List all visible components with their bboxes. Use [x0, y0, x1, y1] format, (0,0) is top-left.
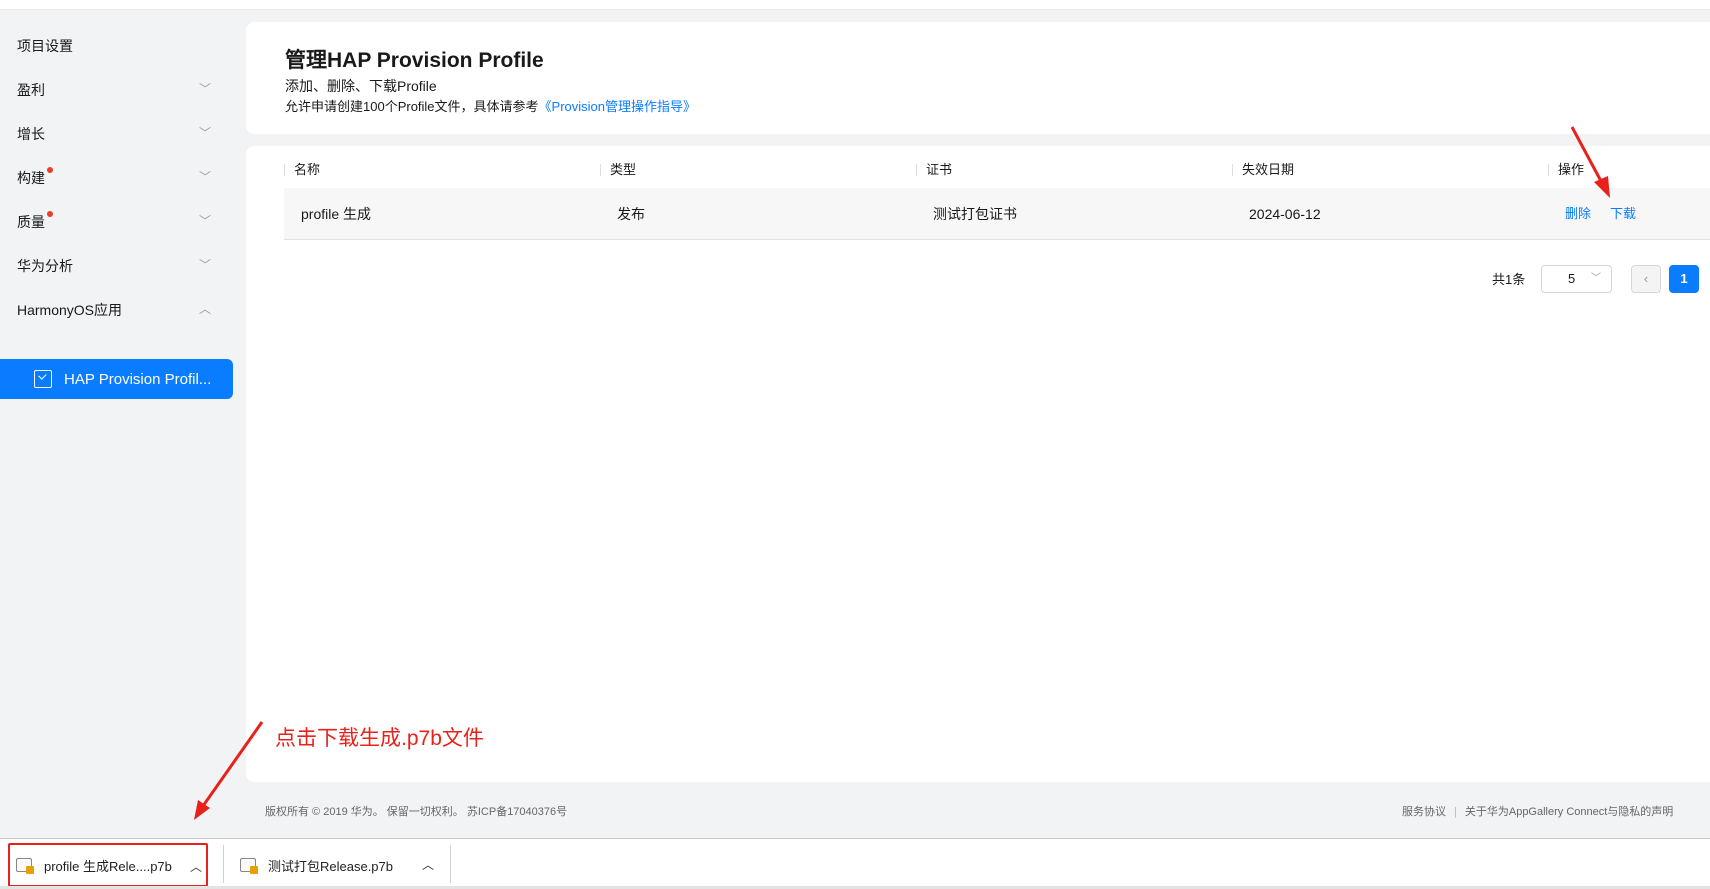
sidebar-item-build[interactable]: 构建 ﹀	[0, 158, 240, 198]
column-header-certificate: 证书	[916, 154, 952, 186]
annotation-text: 点击下载生成.p7b文件	[275, 727, 484, 750]
cell-type: 发布	[617, 206, 645, 222]
profile-table-card: 名称 类型 证书 失效日期 操作 profile 生成 发布 测试打包证书 20…	[246, 146, 1710, 782]
sidebar-item-label: 华为分析	[17, 258, 73, 274]
chevron-down-icon: ﹀	[198, 214, 211, 228]
chevron-up-icon[interactable]: ︿	[190, 858, 202, 875]
notification-dot	[47, 167, 53, 173]
privacy-statement-link[interactable]: 关于华为AppGallery Connect与隐私的声明	[1465, 806, 1673, 818]
cell-certificate: 测试打包证书	[933, 206, 1017, 222]
footer-links: 服务协议 | 关于华为AppGallery Connect与隐私的声明	[1402, 803, 1673, 819]
footer-copyright: 版权所有 © 2019 华为。 保留一切权利。 苏ICP备17040376号	[265, 806, 568, 818]
sidebar-item-label: 增长	[17, 126, 45, 142]
chevron-up-icon: ︿	[198, 302, 211, 316]
sidebar-item-label: 构建	[17, 167, 53, 188]
page-size-value: 5	[1568, 271, 1576, 286]
chevron-down-icon: ﹀	[198, 126, 211, 140]
column-header-expiry: 失效日期	[1232, 154, 1294, 186]
download-item-test-package[interactable]: 测试打包Release.p7b ︿	[238, 843, 438, 887]
document-icon	[34, 370, 52, 388]
chevron-down-icon: ﹀	[198, 170, 211, 184]
page-title: 管理HAP Provision Profile	[285, 49, 544, 72]
column-header-name: 名称	[284, 154, 320, 186]
download-divider	[450, 845, 451, 883]
chevron-down-icon: ﹀	[198, 258, 211, 272]
page-header-card: 管理HAP Provision Profile 添加、删除、下载Profile …	[246, 22, 1710, 134]
download-item-profile[interactable]: profile 生成Rele....p7b ︿	[8, 843, 208, 887]
sidebar-item-project-settings[interactable]: 项目设置	[0, 26, 240, 66]
page-note-text: 允许申请创建100个Profile文件，具体请参考	[285, 99, 539, 114]
page-size-select[interactable]: 5 ﹀	[1541, 265, 1612, 293]
sidebar: 项目设置 盈利 ﹀ 增长 ﹀ 构建 ﹀ 质量 ﹀ 华为分析 ﹀ HarmonyO…	[0, 22, 240, 822]
download-filename: 测试打包Release.p7b	[268, 858, 393, 874]
chevron-up-icon[interactable]: ︿	[422, 856, 434, 873]
chevron-down-icon: ﹀	[198, 82, 211, 96]
sidebar-item-growth[interactable]: 增长 ﹀	[0, 114, 240, 154]
sidebar-item-text: 构建	[17, 170, 45, 186]
notification-dot	[47, 211, 53, 217]
download-filename: profile 生成Rele....p7b	[44, 858, 172, 874]
page-note: 允许申请创建100个Profile文件，具体请参考《Provision管理操作指…	[285, 96, 696, 115]
column-header-type: 类型	[600, 154, 636, 186]
sidebar-item-label: HAP Provision Profil...	[64, 370, 212, 388]
footer-divider: |	[1454, 806, 1457, 818]
sidebar-item-text: 质量	[17, 214, 45, 230]
top-strip	[0, 0, 1710, 10]
file-icon	[240, 858, 258, 874]
table-row: profile 生成 发布 测试打包证书 2024-06-12 删除 下载	[284, 188, 1710, 240]
download-bar: profile 生成Rele....p7b ︿ 测试打包Release.p7b …	[0, 838, 1710, 889]
sidebar-item-quality[interactable]: 质量 ﹀	[0, 202, 240, 242]
cell-expiry: 2024-06-12	[1249, 206, 1321, 222]
chevron-down-icon: ﹀	[1591, 273, 1601, 284]
file-icon	[16, 858, 34, 874]
sidebar-item-label: 项目设置	[17, 38, 73, 54]
download-divider	[223, 845, 224, 883]
page-subtitle: 添加、删除、下载Profile	[285, 78, 437, 94]
provision-guide-link[interactable]: 《Provision管理操作指导》	[539, 99, 696, 114]
page-button-current[interactable]: 1	[1669, 265, 1699, 293]
chevron-left-icon: ‹	[1643, 271, 1649, 286]
table-header: 名称 类型 证书 失效日期 操作	[284, 154, 1710, 186]
sidebar-item-monetization[interactable]: 盈利 ﹀	[0, 70, 240, 110]
delete-button[interactable]: 删除	[1548, 188, 1591, 240]
pagination-total: 共1条	[1492, 272, 1526, 287]
cell-name: profile 生成	[301, 206, 372, 222]
sidebar-item-label: HarmonyOS应用	[17, 302, 123, 318]
download-button[interactable]: 下载	[1593, 188, 1636, 240]
sidebar-item-huawei-analytics[interactable]: 华为分析 ﹀	[0, 246, 240, 286]
page: 项目设置 盈利 ﹀ 增长 ﹀ 构建 ﹀ 质量 ﹀ 华为分析 ﹀ HarmonyO…	[0, 0, 1710, 889]
service-agreement-link[interactable]: 服务协议	[1402, 806, 1446, 818]
sidebar-item-label: 盈利	[17, 82, 45, 98]
sidebar-item-label: 质量	[17, 211, 53, 232]
sidebar-item-harmonyos-apps[interactable]: HarmonyOS应用 ︿	[0, 290, 240, 330]
sidebar-item-hap-provision-profile[interactable]: HAP Provision Profil...	[0, 359, 233, 399]
previous-page-button[interactable]: ‹	[1631, 265, 1661, 293]
column-header-actions: 操作	[1548, 154, 1584, 186]
